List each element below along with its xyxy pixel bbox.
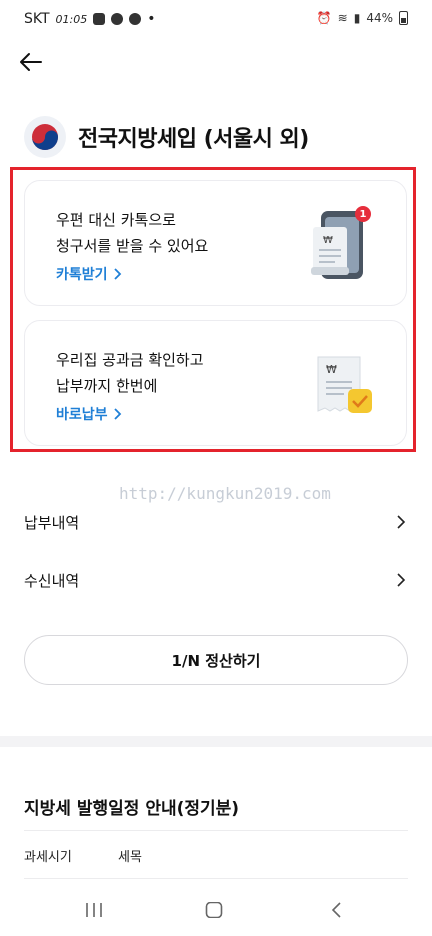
- status-bar: SKT 01:05 • ⏰ ≋ ▮ 44%: [0, 0, 432, 40]
- recent-apps-icon[interactable]: [85, 902, 103, 918]
- split-payment-button[interactable]: 1/N 정산하기: [24, 635, 408, 685]
- page-title: 전국지방세입 (서울시 외): [78, 127, 309, 152]
- table-top-rule: [24, 830, 408, 831]
- taegeuk-logo-icon: [24, 116, 66, 158]
- chevron-right-icon: [397, 573, 406, 587]
- link-label: 카톡받기: [56, 267, 108, 283]
- system-navigation-bar: [0, 882, 432, 936]
- kakao-bill-card[interactable]: 우편 대신 카톡으로 청구서를 받을 수 있어요 카톡받기 ₩ 1: [24, 180, 407, 306]
- receipt-check-icon: ₩: [310, 351, 380, 425]
- talk-notification-icon: [111, 13, 124, 25]
- schedule-section-title: 지방세 발행일정 안내(정기분): [24, 799, 240, 819]
- card-line-1: 우리집 공과금 확인하고: [56, 351, 204, 369]
- utility-pay-card[interactable]: 우리집 공과금 확인하고 납부까지 한번에 바로납부 ₩: [24, 320, 407, 446]
- chevron-right-icon: [113, 408, 121, 420]
- signal-icon: ▮: [353, 11, 361, 25]
- alarm-icon: ⏰: [316, 11, 332, 25]
- status-left: SKT 01:05 •: [24, 11, 156, 27]
- more-notifications-icon: •: [147, 11, 156, 27]
- menu-item-payment-history[interactable]: 납부내역: [24, 510, 408, 534]
- card-line-1: 우편 대신 카톡으로: [56, 211, 176, 229]
- back-button[interactable]: [16, 48, 44, 76]
- chevron-right-icon: [397, 515, 406, 529]
- chevron-right-icon: [113, 268, 121, 280]
- card-line-2: 청구서를 받을 수 있어요: [56, 237, 209, 255]
- carrier-label: SKT: [24, 11, 50, 27]
- svg-text:₩: ₩: [323, 235, 333, 246]
- clock-label: 01:05: [55, 12, 88, 26]
- table-header-rule: [24, 878, 408, 879]
- notification-badge: 1: [355, 206, 371, 222]
- kakao-receive-link[interactable]: 카톡받기: [56, 264, 122, 284]
- card-line-2: 납부까지 한번에: [56, 377, 158, 395]
- battery-label: 44%: [366, 11, 393, 25]
- home-icon[interactable]: [205, 902, 223, 918]
- link-label: 바로납부: [56, 407, 108, 423]
- menu-label: 납부내역: [24, 513, 80, 532]
- wifi-icon: ≋: [337, 11, 348, 25]
- message-notification-icon: [129, 13, 142, 25]
- back-nav-icon[interactable]: [330, 902, 342, 918]
- menu-label: 수신내역: [24, 571, 80, 590]
- arrow-left-icon: [20, 53, 42, 71]
- table-header-period: 과세시기: [24, 850, 72, 865]
- battery-icon: [399, 11, 408, 25]
- section-divider: [0, 736, 432, 747]
- table-header-tax-item: 세목: [118, 850, 142, 865]
- watermark-text: http://kungkun2019.com: [119, 484, 331, 503]
- pay-now-link[interactable]: 바로납부: [56, 404, 122, 424]
- gallery-notification-icon: [93, 13, 106, 25]
- svg-text:₩: ₩: [326, 363, 337, 376]
- menu-item-receive-history[interactable]: 수신내역: [24, 568, 408, 592]
- page-header: 전국지방세입 (서울시 외): [24, 116, 309, 158]
- status-right: ⏰ ≋ ▮ 44%: [317, 11, 408, 25]
